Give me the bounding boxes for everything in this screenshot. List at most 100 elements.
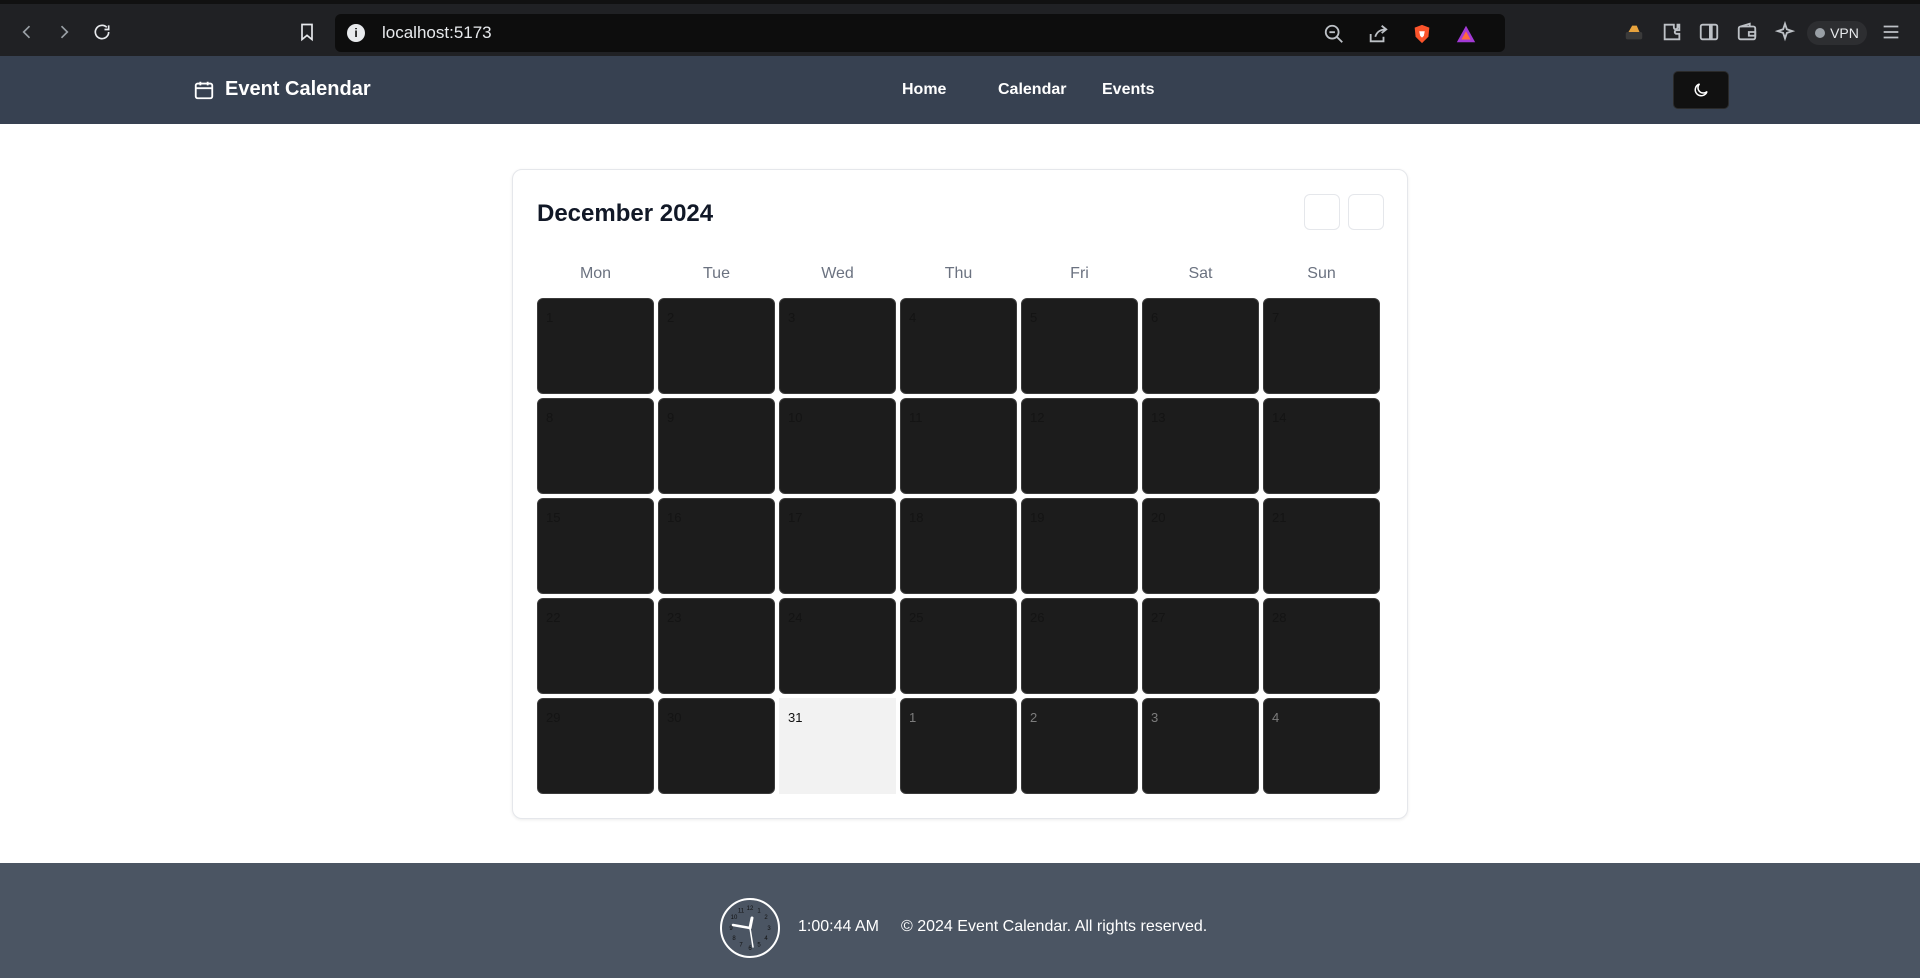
next-month-button[interactable] <box>1348 194 1384 230</box>
day-cell[interactable]: 19 <box>1021 498 1138 594</box>
day-number: 24 <box>788 610 803 625</box>
clock-icon: 12 1 2 3 4 5 6 7 8 9 10 11 <box>729 906 771 952</box>
back-button[interactable] <box>13 18 41 46</box>
day-number: 6 <box>1151 310 1159 325</box>
day-cell[interactable]: 20 <box>1142 498 1259 594</box>
day-cell-next-month[interactable]: 2 <box>1021 698 1138 794</box>
day-number: 12 <box>1030 410 1045 425</box>
address-bar[interactable]: i localhost:5173 <box>335 14 1505 52</box>
nav-events[interactable]: Events <box>1102 81 1154 99</box>
sidebar-icon[interactable] <box>1698 21 1720 43</box>
day-cell[interactable]: 10 <box>779 398 896 494</box>
day-cell[interactable]: 29 <box>537 698 654 794</box>
nav-home[interactable]: Home <box>902 81 946 99</box>
nav-calendar[interactable]: Calendar <box>998 81 1066 99</box>
calendar-month-title: December 2024 <box>537 200 714 227</box>
clock-numeral: 12 <box>747 906 754 912</box>
day-number: 31 <box>788 710 803 725</box>
brand-name: Event Calendar <box>225 78 371 100</box>
day-number: 25 <box>909 610 924 625</box>
day-number: 10 <box>788 410 803 425</box>
day-number: 2 <box>667 310 675 325</box>
day-cell[interactable]: 25 <box>900 598 1017 694</box>
day-number: 4 <box>909 310 917 325</box>
day-cell[interactable]: 26 <box>1021 598 1138 694</box>
day-cell[interactable]: 16 <box>658 498 775 594</box>
day-cell[interactable]: 27 <box>1142 598 1259 694</box>
vpn-button[interactable]: VPN <box>1807 21 1867 45</box>
chevron-right-icon <box>60 25 69 39</box>
brand-logo[interactable]: Event Calendar <box>193 78 371 101</box>
day-number: 17 <box>788 510 803 525</box>
brave-rewards-icon[interactable] <box>1455 23 1477 45</box>
day-number: 4 <box>1272 710 1280 725</box>
day-number: 27 <box>1151 610 1166 625</box>
brave-shield-icon[interactable] <box>1411 23 1433 45</box>
day-cell[interactable]: 15 <box>537 498 654 594</box>
reload-button[interactable] <box>88 18 116 46</box>
day-cell-next-month[interactable]: 1 <box>900 698 1017 794</box>
day-cell[interactable]: 17 <box>779 498 896 594</box>
theme-toggle-button[interactable] <box>1673 71 1729 109</box>
day-cell[interactable]: 11 <box>900 398 1017 494</box>
day-cell[interactable]: 12 <box>1021 398 1138 494</box>
clock-numeral: 3 <box>767 926 771 932</box>
footer-copyright: © 2024 Event Calendar. All rights reserv… <box>901 918 1208 935</box>
leo-ai-icon[interactable] <box>1774 21 1796 43</box>
browser-toolbar: i localhost:5173 VPN <box>0 0 1920 56</box>
prev-month-button[interactable] <box>1304 194 1340 230</box>
day-number: 18 <box>909 510 924 525</box>
weekday-label: Fri <box>1070 265 1089 282</box>
day-cell[interactable]: 13 <box>1142 398 1259 494</box>
day-cell-next-month[interactable]: 3 <box>1142 698 1259 794</box>
day-cell-today[interactable]: 31 <box>779 698 896 794</box>
day-cell[interactable]: 14 <box>1263 398 1380 494</box>
day-cell[interactable]: 4 <box>900 298 1017 394</box>
weekday-label: Sun <box>1307 265 1336 282</box>
day-number: 1 <box>909 710 917 725</box>
bookmark-button[interactable] <box>293 18 321 46</box>
day-cell[interactable]: 21 <box>1263 498 1380 594</box>
day-cell[interactable]: 23 <box>658 598 775 694</box>
day-number: 22 <box>546 610 561 625</box>
weekday-label: Sat <box>1188 265 1213 282</box>
day-number: 16 <box>667 510 682 525</box>
page-footer: 12 1 2 3 4 5 6 7 8 9 10 11 1:00:44 AM © … <box>0 863 1920 978</box>
url-text[interactable]: localhost:5173 <box>382 23 492 43</box>
wallet-icon[interactable] <box>1736 21 1758 43</box>
extensions-puzzle-icon[interactable] <box>1661 21 1683 43</box>
site-info-icon[interactable]: i <box>347 24 365 42</box>
day-cell[interactable]: 6 <box>1142 298 1259 394</box>
day-cell[interactable]: 5 <box>1021 298 1138 394</box>
day-cell[interactable]: 1 <box>537 298 654 394</box>
weekday-label: Tue <box>703 265 730 282</box>
day-cell[interactable]: 24 <box>779 598 896 694</box>
day-cell[interactable]: 28 <box>1263 598 1380 694</box>
weekday-label: Thu <box>944 265 973 282</box>
extension-icon[interactable] <box>1623 21 1645 43</box>
day-cell[interactable]: 2 <box>658 298 775 394</box>
forward-button[interactable] <box>50 18 78 46</box>
clock-numeral: 9 <box>729 926 733 932</box>
day-number: 20 <box>1151 510 1166 525</box>
day-cell-next-month[interactable]: 4 <box>1263 698 1380 794</box>
calendar-card: December 2024 Mon Tue Wed Thu Fri Sat Su… <box>512 169 1408 819</box>
vpn-label: VPN <box>1830 25 1859 41</box>
app-header: Event Calendar Home Calendar Events <box>0 56 1920 124</box>
vpn-status-icon <box>1815 28 1826 38</box>
day-number: 15 <box>546 510 561 525</box>
day-number: 3 <box>1151 710 1159 725</box>
zoom-out-icon[interactable] <box>1323 23 1345 45</box>
share-icon[interactable] <box>1367 23 1389 45</box>
day-cell[interactable]: 9 <box>658 398 775 494</box>
day-cell[interactable]: 22 <box>537 598 654 694</box>
day-number: 29 <box>546 710 561 725</box>
day-cell[interactable]: 30 <box>658 698 775 794</box>
day-cell[interactable]: 7 <box>1263 298 1380 394</box>
clock-numeral: 11 <box>738 909 745 915</box>
menu-hamburger-icon[interactable] <box>1880 21 1902 43</box>
day-number: 9 <box>667 410 675 425</box>
day-cell[interactable]: 18 <box>900 498 1017 594</box>
day-cell[interactable]: 8 <box>537 398 654 494</box>
day-cell[interactable]: 3 <box>779 298 896 394</box>
